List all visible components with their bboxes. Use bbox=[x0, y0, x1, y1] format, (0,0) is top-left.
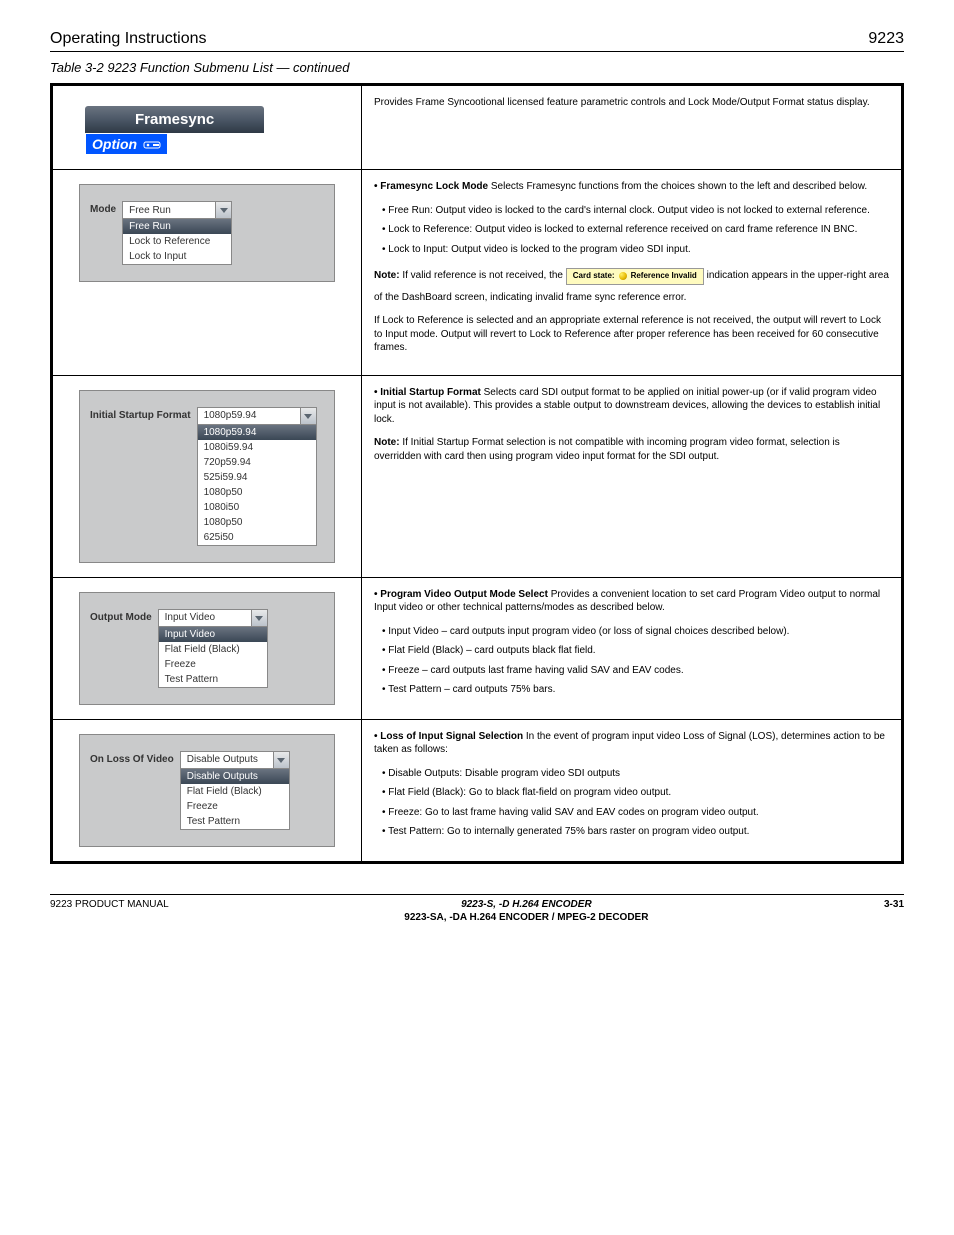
list-item[interactable]: 1080p50 bbox=[198, 515, 316, 530]
header-left: Operating Instructions bbox=[50, 30, 207, 48]
list-item[interactable]: Disable Outputs bbox=[181, 769, 289, 784]
function-table: Framesync Option Provides Frame Syncooti… bbox=[50, 83, 904, 864]
loss-cell: On Loss Of Video Disable Outputs Disable… bbox=[52, 719, 362, 862]
output-bullet-4: • Test Pattern – card outputs 75% bars. bbox=[374, 683, 889, 697]
startup-note: If Initial Startup Format selection is n… bbox=[374, 437, 840, 462]
startup-select[interactable]: 1080p59.94 bbox=[197, 407, 317, 425]
card-state-value: Reference Invalid bbox=[631, 271, 697, 282]
footer-center-2: 9223-SA, -DA H.264 ENCODER / MPEG-2 DECO… bbox=[169, 912, 884, 923]
list-item[interactable]: 1080i50 bbox=[198, 500, 316, 515]
list-item[interactable]: 1080p59.94 bbox=[198, 425, 316, 440]
startup-label: Initial Startup Format bbox=[90, 407, 191, 421]
loss-selected: Disable Outputs bbox=[181, 752, 273, 767]
output-desc-cell: • Program Video Output Mode Select Provi… bbox=[362, 577, 903, 719]
header-right: 9223 bbox=[868, 30, 904, 48]
startup-cell: Initial Startup Format 1080p59.94 1080p5… bbox=[52, 375, 362, 577]
list-item[interactable]: 1080p50 bbox=[198, 485, 316, 500]
list-item[interactable]: Input Video bbox=[159, 627, 267, 642]
card-state-badge: Card state: Reference Invalid bbox=[566, 268, 704, 285]
list-item[interactable]: Freeze bbox=[181, 799, 289, 814]
footer-left: 9223 PRODUCT MANUAL bbox=[50, 899, 169, 910]
banner-desc-cell: Provides Frame Syncootional licensed fea… bbox=[362, 85, 903, 170]
loss-panel: On Loss Of Video Disable Outputs Disable… bbox=[79, 734, 335, 847]
mode-note-a: If valid reference is not received, the bbox=[402, 270, 565, 281]
output-panel: Output Mode Input Video Input Video Flat… bbox=[79, 592, 335, 705]
list-item[interactable]: Freeze bbox=[159, 657, 267, 672]
output-bullet-2: • Flat Field (Black) – card outputs blac… bbox=[374, 644, 889, 658]
list-item[interactable]: Test Pattern bbox=[181, 814, 289, 829]
banner-cell: Framesync Option bbox=[52, 85, 362, 170]
output-selected: Input Video bbox=[159, 610, 251, 625]
mode-bullet-2: • Lock to Reference: Output video is loc… bbox=[374, 223, 889, 237]
mode-label: Mode bbox=[90, 201, 116, 215]
page-footer: 9223 PRODUCT MANUAL 9223-S, -D H.264 ENC… bbox=[50, 894, 904, 923]
list-item[interactable]: Flat Field (Black) bbox=[159, 642, 267, 657]
banner-desc: Provides Frame Syncootional licensed fea… bbox=[374, 96, 889, 110]
status-led-icon bbox=[619, 272, 627, 280]
output-bullet-3: • Freeze – card outputs last frame havin… bbox=[374, 664, 889, 678]
mode-desc: Selects Framesync functions from the cho… bbox=[491, 181, 867, 192]
note-label: Note: bbox=[374, 270, 400, 281]
output-cell: Output Mode Input Video Input Video Flat… bbox=[52, 577, 362, 719]
loss-label: On Loss Of Video bbox=[90, 751, 174, 765]
mode-note-2: If Lock to Reference is selected and an … bbox=[374, 314, 889, 355]
list-item[interactable]: 720p59.94 bbox=[198, 455, 316, 470]
loss-desc-cell: • Loss of Input Signal Selection In the … bbox=[362, 719, 903, 862]
startup-desc-cell: • Initial Startup Format Selects card SD… bbox=[362, 375, 903, 577]
startup-options[interactable]: 1080p59.94 1080i59.94 720p59.94 525i59.9… bbox=[197, 425, 317, 546]
mode-panel: Mode Free Run Free Run Lock to Reference… bbox=[79, 184, 335, 282]
list-item[interactable]: Free Run bbox=[123, 219, 231, 234]
startup-panel: Initial Startup Format 1080p59.94 1080p5… bbox=[79, 390, 335, 563]
output-select[interactable]: Input Video bbox=[158, 609, 268, 627]
mode-options[interactable]: Free Run Lock to Reference Lock to Input bbox=[122, 219, 232, 265]
mode-desc-cell: • Framesync Lock Mode Selects Framesync … bbox=[362, 170, 903, 376]
option-badge: Option bbox=[85, 133, 168, 155]
output-label: Output Mode bbox=[90, 609, 152, 623]
output-heading: • Program Video Output Mode Select bbox=[374, 589, 548, 600]
list-item[interactable]: Lock to Input bbox=[123, 249, 231, 264]
loss-options[interactable]: Disable Outputs Flat Field (Black) Freez… bbox=[180, 769, 290, 830]
footer-right: 3-31 bbox=[884, 899, 904, 910]
mode-heading: • Framesync Lock Mode bbox=[374, 181, 488, 192]
chevron-down-icon bbox=[273, 752, 289, 768]
list-item[interactable]: Lock to Reference bbox=[123, 234, 231, 249]
loss-bullet-4: • Test Pattern: Go to internally generat… bbox=[374, 825, 889, 839]
page-header: Operating Instructions 9223 bbox=[50, 30, 904, 52]
loss-select[interactable]: Disable Outputs bbox=[180, 751, 290, 769]
output-bullet-1: • Input Video – card outputs input progr… bbox=[374, 625, 889, 639]
table-caption: Table 3-2 9223 Function Submenu List — c… bbox=[50, 60, 904, 75]
list-item[interactable]: 1080i59.94 bbox=[198, 440, 316, 455]
list-item[interactable]: 525i59.94 bbox=[198, 470, 316, 485]
note-label: Note: bbox=[374, 437, 400, 448]
option-label: Option bbox=[92, 136, 137, 152]
output-options[interactable]: Input Video Flat Field (Black) Freeze Te… bbox=[158, 627, 268, 688]
mode-select[interactable]: Free Run bbox=[122, 201, 232, 219]
framesync-title: Framesync bbox=[85, 106, 264, 133]
loss-heading: • Loss of Input Signal Selection bbox=[374, 731, 523, 742]
startup-heading: • Initial Startup Format bbox=[374, 387, 481, 398]
loss-bullet-1: • Disable Outputs: Disable program video… bbox=[374, 767, 889, 781]
card-state-label: Card state: bbox=[573, 271, 615, 282]
mode-cell: Mode Free Run Free Run Lock to Reference… bbox=[52, 170, 362, 376]
list-item[interactable]: 625i50 bbox=[198, 530, 316, 545]
chevron-down-icon bbox=[215, 202, 231, 218]
chevron-down-icon bbox=[251, 610, 267, 626]
startup-selected: 1080p59.94 bbox=[198, 408, 300, 423]
footer-center-1: 9223-S, -D H.264 ENCODER bbox=[169, 899, 884, 910]
key-icon bbox=[143, 139, 161, 151]
mode-bullet-1: • Free Run: Output video is locked to th… bbox=[374, 204, 889, 218]
chevron-down-icon bbox=[300, 408, 316, 424]
list-item[interactable]: Test Pattern bbox=[159, 672, 267, 687]
mode-bullet-3: • Lock to Input: Output video is locked … bbox=[374, 243, 889, 257]
loss-bullet-3: • Freeze: Go to last frame having valid … bbox=[374, 806, 889, 820]
framesync-banner: Framesync Option bbox=[85, 106, 264, 155]
mode-selected: Free Run bbox=[123, 203, 215, 218]
loss-bullet-2: • Flat Field (Black): Go to black flat-f… bbox=[374, 786, 889, 800]
list-item[interactable]: Flat Field (Black) bbox=[181, 784, 289, 799]
